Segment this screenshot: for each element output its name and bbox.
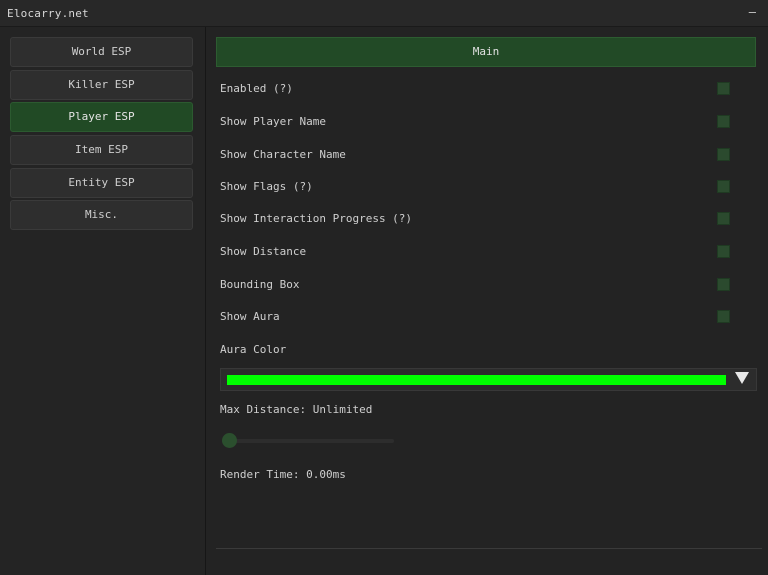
sidebar-item-label: Misc. — [84, 208, 119, 221]
sidebar-item-label: Player ESP — [68, 110, 135, 123]
section-header-main: Main — [216, 37, 756, 67]
show-player-name-checkbox[interactable] — [717, 115, 730, 128]
show-distance-checkbox[interactable] — [717, 245, 730, 258]
app-window: Elocarry.net – World ESP Killer ESP Play… — [0, 0, 768, 575]
max-distance-slider[interactable] — [222, 433, 394, 448]
option-label: Show Flags (?) — [220, 180, 313, 193]
show-flags-checkbox[interactable] — [717, 180, 730, 193]
option-show-distance: Show Distance — [220, 245, 730, 261]
option-enabled: Enabled (?) — [220, 82, 730, 98]
option-label: Bounding Box — [220, 278, 300, 291]
show-interaction-progress-checkbox[interactable] — [717, 212, 730, 225]
sidebar-item-entity-esp[interactable]: Entity ESP — [10, 168, 193, 198]
sidebar-item-world-esp[interactable]: World ESP — [10, 37, 193, 67]
footer-divider — [216, 548, 762, 549]
option-label: Show Interaction Progress (?) — [220, 212, 413, 225]
sidebar-item-item-esp[interactable]: Item ESP — [10, 135, 193, 165]
enabled-checkbox[interactable] — [717, 82, 730, 95]
main-panel: Main Enabled (?) Show Player Name Show C… — [206, 27, 768, 575]
sidebar-item-misc[interactable]: Misc. — [10, 200, 193, 230]
sidebar-item-label: World ESP — [71, 45, 132, 58]
slider-handle[interactable] — [222, 433, 237, 448]
sidebar-item-label: Item ESP — [75, 143, 128, 156]
max-distance-label: Max Distance: Unlimited — [220, 403, 373, 416]
show-character-name-checkbox[interactable] — [717, 148, 730, 161]
option-show-interaction-progress: Show Interaction Progress (?) — [220, 212, 730, 228]
minimize-button[interactable]: – — [749, 5, 756, 19]
option-label: Enabled (?) — [220, 82, 293, 95]
sidebar: World ESP Killer ESP Player ESP Item ESP… — [0, 27, 206, 575]
window-title: Elocarry.net — [7, 7, 89, 20]
option-bounding-box: Bounding Box — [220, 278, 730, 294]
option-show-aura: Show Aura — [220, 310, 730, 326]
option-label: Show Aura — [220, 310, 280, 323]
title-bar[interactable]: Elocarry.net – — [0, 0, 768, 27]
dropdown-arrow-icon — [735, 372, 749, 384]
bounding-box-checkbox[interactable] — [717, 278, 730, 291]
sidebar-item-label: Entity ESP — [68, 176, 135, 189]
option-label: Show Character Name — [220, 148, 346, 161]
render-time-label: Render Time: 0.00ms — [220, 468, 346, 481]
sidebar-item-player-esp[interactable]: Player ESP — [10, 102, 193, 132]
option-show-flags: Show Flags (?) — [220, 180, 730, 196]
aura-color-picker[interactable] — [220, 368, 757, 391]
option-show-player-name: Show Player Name — [220, 115, 730, 131]
option-show-character-name: Show Character Name — [220, 148, 730, 164]
option-label: Show Distance — [220, 245, 307, 258]
option-label: Show Player Name — [220, 115, 326, 128]
show-aura-checkbox[interactable] — [717, 310, 730, 323]
aura-color-swatch — [227, 375, 726, 385]
sidebar-item-label: Killer ESP — [68, 78, 135, 91]
aura-color-label: Aura Color — [220, 343, 287, 356]
sidebar-item-killer-esp[interactable]: Killer ESP — [10, 70, 193, 100]
